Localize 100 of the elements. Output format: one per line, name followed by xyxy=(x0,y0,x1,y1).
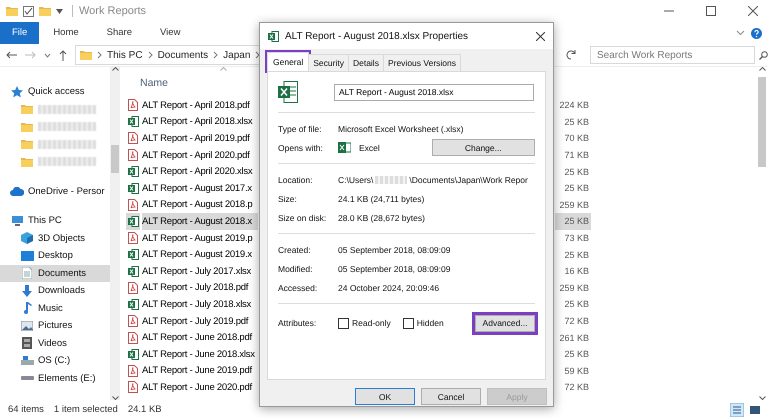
breadcrumb-item[interactable]: Documents xyxy=(158,50,208,60)
search-field[interactable]: Search Work Reports xyxy=(590,46,755,64)
scrollbar-thumb[interactable] xyxy=(758,77,766,167)
file-name[interactable]: ALT Report - August 2018.x xyxy=(142,213,258,230)
file-size: 25 KB xyxy=(563,348,590,362)
field-label: Attributes: xyxy=(278,318,318,328)
column-header[interactable]: Name xyxy=(140,77,168,89)
nav-item[interactable]: Elements (E:) xyxy=(0,370,110,387)
folder-icon xyxy=(21,139,33,150)
spreadsheet-file-icon xyxy=(128,298,138,310)
chevron-down-icon[interactable] xyxy=(736,30,745,36)
field-value: \Documents\Japan\Work Repor xyxy=(409,174,528,184)
file-name[interactable]: ALT Report - April 2020.pdf xyxy=(142,146,258,164)
file-size: 73 KB xyxy=(563,232,590,246)
scrollbar[interactable] xyxy=(756,67,768,400)
pdf-file-icon xyxy=(128,315,138,328)
cloud-icon xyxy=(10,186,24,196)
file-name[interactable]: ALT Report - July 2018.pdf xyxy=(142,280,258,296)
file-name[interactable]: ALT Report - July 2018.xlsx xyxy=(142,296,258,313)
nav-item[interactable]: 3D Objects xyxy=(0,230,110,247)
checkbox-label: Read-only xyxy=(352,318,391,328)
file-name[interactable]: ALT Report - August 2019.p xyxy=(142,230,258,246)
computer-icon xyxy=(10,216,24,226)
chevron-right-icon xyxy=(255,51,260,59)
search-icon[interactable] xyxy=(759,50,768,60)
file-name[interactable]: ALT Report - April 2019.pdf xyxy=(142,130,258,147)
details-view-icon[interactable] xyxy=(730,402,744,416)
spreadsheet-file-icon xyxy=(128,182,138,194)
ribbon-tab[interactable]: Share xyxy=(92,22,146,44)
ribbon-tab[interactable]: File xyxy=(0,22,40,44)
star-icon xyxy=(11,86,23,98)
nav-item[interactable]: OS (C:) xyxy=(0,352,110,370)
up-arrow-icon[interactable] xyxy=(59,50,67,60)
dropdown-caret-icon[interactable] xyxy=(56,8,63,14)
ribbon-tab[interactable]: View xyxy=(146,22,194,44)
file-name[interactable]: ALT Report - July 2017.xlsx xyxy=(142,262,258,280)
close-icon[interactable] xyxy=(748,6,758,16)
file-name-field[interactable]: ALT Report - August 2018.xlsx xyxy=(334,84,534,100)
tab[interactable]: Previous Versions xyxy=(382,54,461,71)
file-name[interactable]: ALT Report - April 2020.xlsx xyxy=(142,163,258,180)
film-icon xyxy=(22,337,32,350)
dialog-button[interactable]: OK xyxy=(355,388,415,405)
tab[interactable]: Security xyxy=(308,54,349,71)
file-size: 72 KB xyxy=(563,315,590,328)
scrollbar-thumb[interactable] xyxy=(111,144,119,172)
dropdown-caret-icon[interactable] xyxy=(44,52,51,58)
file-name[interactable]: ALT Report - June 2020.pdf xyxy=(142,379,258,396)
nav-item[interactable]: Videos xyxy=(0,334,110,352)
file-name[interactable]: ALT Report - April 2018.xlsx xyxy=(142,114,258,130)
file-name[interactable]: ALT Report - June 2019.pdf xyxy=(142,362,258,380)
field-label: Modified: xyxy=(278,264,314,274)
refresh-icon[interactable] xyxy=(566,50,576,60)
tab[interactable]: General xyxy=(267,52,310,71)
file-name[interactable]: ALT Report - June 2018.xlsx xyxy=(142,346,258,362)
chevron-right-icon xyxy=(148,51,153,59)
download-icon xyxy=(22,284,32,297)
field-label: Accessed: xyxy=(278,282,318,292)
file-name[interactable]: ALT Report - August 2018.p xyxy=(142,196,258,214)
back-arrow-icon[interactable] xyxy=(6,51,17,59)
checkbox[interactable] xyxy=(338,318,349,328)
nav-item[interactable]: Quick access xyxy=(0,83,110,100)
help-icon[interactable] xyxy=(751,28,762,38)
field-label: Size: xyxy=(278,194,298,204)
nav-item[interactable]: Pictures xyxy=(0,317,110,334)
scroll-up-icon[interactable] xyxy=(758,67,766,71)
ribbon-tab[interactable]: Home xyxy=(39,22,93,44)
file-size: 25 KB xyxy=(563,182,590,196)
file-name[interactable]: ALT Report - June 2018.pdf xyxy=(142,329,258,346)
field-label: Location: xyxy=(278,174,314,184)
maximize-icon[interactable] xyxy=(706,6,716,16)
scrollbar[interactable] xyxy=(110,67,120,400)
file-name[interactable]: ALT Report - April 2018.pdf xyxy=(142,97,258,114)
nav-item[interactable]: Downloads xyxy=(0,282,110,300)
change-button[interactable]: Change... xyxy=(432,139,535,156)
nav-item[interactable]: Music xyxy=(0,300,110,317)
file-name[interactable]: ALT Report - August 2019.x xyxy=(142,246,258,263)
file-name[interactable]: ALT Report - July 2019.pdf xyxy=(142,312,258,330)
window-title: Work Reports xyxy=(72,5,146,17)
scroll-down-icon[interactable] xyxy=(112,396,118,400)
breadcrumb-item[interactable]: Japan xyxy=(223,50,250,60)
nav-item[interactable]: Documents xyxy=(0,264,110,282)
spreadsheet-file-icon xyxy=(128,216,138,227)
properties-icon[interactable] xyxy=(23,6,34,16)
desktop-icon xyxy=(20,250,34,261)
scroll-up-icon[interactable] xyxy=(112,67,118,71)
nav-item[interactable]: OneDrive - Persor xyxy=(0,182,110,200)
nav-item[interactable]: Desktop xyxy=(0,247,110,264)
dialog-button[interactable]: Cancel xyxy=(421,388,481,405)
file-name[interactable]: ALT Report - August 2017.x xyxy=(142,180,258,197)
chevron-right-icon xyxy=(213,51,218,59)
breadcrumb-item[interactable]: This PC xyxy=(107,50,143,60)
spreadsheet-file-icon xyxy=(128,249,138,260)
nav-item[interactable]: This PC xyxy=(0,212,110,230)
file-size: 59 KB xyxy=(563,364,590,378)
checkbox[interactable] xyxy=(402,318,414,328)
spreadsheet-file-icon xyxy=(128,266,138,277)
field-value: C:\Users\ xyxy=(338,174,374,184)
scroll-down-icon[interactable] xyxy=(758,396,766,400)
pdf-file-icon xyxy=(128,132,138,144)
close-icon[interactable] xyxy=(536,32,545,40)
